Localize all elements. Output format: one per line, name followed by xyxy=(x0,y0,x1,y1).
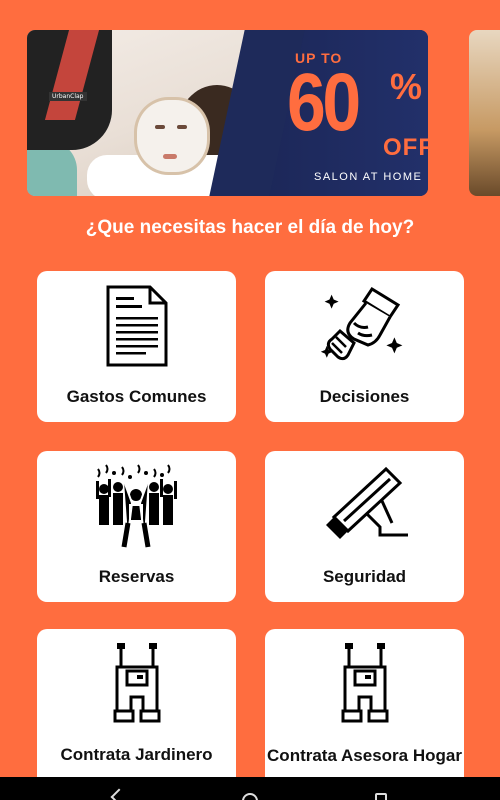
card-decisiones[interactable]: Decisiones xyxy=(265,271,464,422)
overalls-icon xyxy=(335,641,395,732)
security-camera-icon xyxy=(320,463,410,554)
next-banner-peek[interactable] xyxy=(469,30,500,196)
card-label: Contrata Asesora Hogar xyxy=(267,746,462,765)
document-icon xyxy=(102,283,172,374)
card-label: Seguridad xyxy=(322,567,407,586)
page-question: ¿Que necesitas hacer el día de hoy? xyxy=(85,217,415,238)
face-mask-image xyxy=(137,100,207,172)
back-icon[interactable] xyxy=(110,788,128,800)
photo-tag: UrbanClap xyxy=(49,92,87,101)
card-label: Gastos Comunes xyxy=(66,387,207,406)
card-label: Contrata Jardinero xyxy=(60,745,213,764)
promo-subtitle: SALON AT HOME xyxy=(314,171,423,183)
recent-apps-icon[interactable] xyxy=(375,793,387,800)
promo-text-panel: UP TO 60 % OFF SALON AT HOME xyxy=(257,30,428,196)
card-label: Decisiones xyxy=(319,387,410,406)
system-navbar xyxy=(0,777,500,800)
card-contrata-jardinero[interactable]: Contrata Jardinero xyxy=(37,629,236,789)
card-contrata-asesora-hogar[interactable]: Contrata Asesora Hogar xyxy=(265,629,464,789)
promo-off: OFF xyxy=(383,134,428,161)
card-gastos-comunes[interactable]: Gastos Comunes xyxy=(37,271,236,422)
promo-banner[interactable]: UrbanClap UP TO 60 % OFF SALON AT HOME xyxy=(27,30,428,196)
card-reservas[interactable]: Reservas xyxy=(37,451,236,602)
home-icon[interactable] xyxy=(242,793,258,800)
handshake-icon xyxy=(320,283,410,374)
promo-number: 60 xyxy=(287,57,361,148)
card-seguridad[interactable]: Seguridad xyxy=(265,451,464,602)
overalls-icon xyxy=(107,641,167,732)
card-label: Reservas xyxy=(98,567,175,586)
promo-percent: % xyxy=(390,66,423,107)
promo-carousel[interactable]: UrbanClap UP TO 60 % OFF SALON AT HOME xyxy=(27,30,500,197)
crowd-party-icon xyxy=(94,463,180,554)
